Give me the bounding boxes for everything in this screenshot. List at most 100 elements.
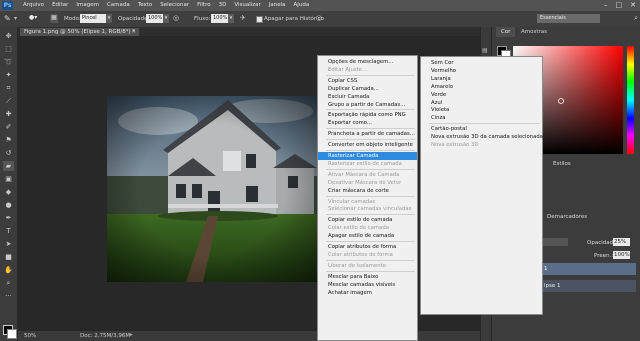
menu-6[interactable]: Filtro (193, 0, 214, 11)
menu-item[interactable]: Laranja (421, 75, 542, 83)
mode-dropdown-icon[interactable]: ▾ (106, 14, 112, 23)
maximize-button[interactable]: □ (616, 1, 623, 9)
menu-item[interactable]: Mesclar camadas visíveis (318, 281, 417, 289)
menu-item[interactable]: Excluir Camada (318, 93, 417, 101)
dodge-tool-icon[interactable]: ● (3, 200, 14, 210)
layer-color-submenu: Sem Cor Vermelho Laranja Amarelo Verde Azul Vi… (420, 56, 543, 315)
eraser-tool-icon[interactable]: ✎ (4, 14, 11, 23)
menu-separator (326, 109, 415, 111)
shape-tool-icon[interactable]: ■ (3, 252, 14, 262)
layer-row-ellipse[interactable]: ipse 1 (541, 280, 636, 292)
menu-item[interactable]: Cinza (421, 114, 542, 122)
healing-brush-tool-icon[interactable]: ✚ (3, 109, 14, 119)
airbrush-icon[interactable]: ✈ (240, 14, 246, 22)
status-arrow-icon[interactable]: ▸ (130, 332, 133, 338)
gradient-tool-icon[interactable]: ▣ (3, 174, 14, 184)
layer-opacity-input[interactable]: 25% (613, 238, 630, 246)
menu-item[interactable]: Cartão-postal (421, 125, 542, 133)
menu-7[interactable]: 3D (215, 0, 231, 11)
styles-label[interactable]: Estilos (548, 159, 576, 169)
menu-item[interactable]: Grupo a partir de Camadas... (318, 101, 417, 109)
fill-input[interactable]: 100% (613, 251, 630, 259)
document-tab[interactable]: Figura 1.png @ 50% (Elipse 1, RGB/8*) * … (20, 28, 139, 36)
zoom-level[interactable]: 50% (24, 333, 36, 339)
menu-item[interactable]: Copiar atributos de forma (318, 243, 417, 251)
tool-preset-dropdown-icon[interactable]: ▾ (14, 15, 17, 22)
menu-8[interactable]: Visualizar (230, 0, 264, 11)
eyedropper-tool-icon[interactable]: ⟋ (3, 96, 14, 106)
menu-item[interactable]: Copiar CSS (318, 77, 417, 85)
lasso-tool-icon[interactable]: ➰ (3, 57, 14, 67)
menu-item[interactable]: Copiar estilo de camada (318, 216, 417, 224)
menu-9[interactable]: Janela (265, 0, 290, 11)
quick-select-tool-icon[interactable]: ✦ (3, 70, 14, 80)
move-tool-icon[interactable]: ✥ (3, 31, 14, 41)
menu-item[interactable]: Verde (421, 91, 542, 99)
menu-item[interactable]: Prancheta a partir de camadas... (318, 130, 417, 138)
history-panel-icon[interactable]: ▤ (482, 47, 488, 54)
background-color[interactable] (7, 329, 17, 339)
menu-item[interactable]: Exportar como... (318, 119, 417, 127)
menu-item[interactable]: Apagar estilo de camada (318, 232, 417, 240)
zoom-tool-icon[interactable]: ⌕ (3, 278, 14, 288)
layer-context-menu: Opções de mesclagem... Editar Ajuste... Co… (317, 55, 418, 341)
opacity-dropdown-icon[interactable]: ▾ (163, 14, 169, 23)
pen-tool-icon[interactable]: ✒ (3, 213, 14, 223)
path-selection-tool-icon[interactable]: ➤ (3, 239, 14, 249)
menu-item[interactable]: Violeta (421, 106, 542, 114)
hue-slider[interactable] (627, 46, 634, 154)
menu-item[interactable]: Converter em objeto inteligente (318, 141, 417, 149)
menu-10[interactable]: Ajuda (290, 0, 314, 11)
layer-row-1[interactable]: 1 (541, 263, 636, 275)
menu-0[interactable]: Arquivo (19, 0, 48, 11)
minimize-button[interactable]: – (604, 1, 608, 9)
blur-tool-icon[interactable]: ◆ (3, 187, 14, 197)
blend-mode-select[interactable] (542, 238, 568, 246)
brush-size-picker[interactable]: ●▾ (29, 14, 45, 23)
menu-item[interactable]: Amarelo (421, 83, 542, 91)
menu-separator (429, 123, 540, 125)
brush-panel-icon[interactable]: ▦ (50, 14, 58, 23)
menu-item[interactable]: Azul (421, 99, 542, 107)
crop-tool-icon[interactable]: ⌗ (3, 83, 14, 93)
tab-layers-group[interactable]: Demarcadores (542, 212, 592, 222)
opacity-input[interactable]: 100% (146, 14, 164, 23)
menu-4[interactable]: Texto (134, 0, 157, 11)
menu-separator (326, 241, 415, 242)
mode-select[interactable]: Pincel (80, 14, 106, 23)
menu-2[interactable]: Imagem (72, 0, 103, 11)
close-tab-icon[interactable]: ✕ (131, 28, 136, 36)
menu-separator (326, 259, 415, 261)
workspace-select[interactable]: Essenciais (537, 14, 600, 23)
more-tools-icon[interactable]: ··· (3, 291, 14, 301)
hand-tool-icon[interactable]: ✋ (3, 265, 14, 275)
menu-item[interactable]: Rasterizar Camada (318, 152, 417, 160)
clone-stamp-tool-icon[interactable]: ⚑ (3, 135, 14, 145)
history-brush-tool-icon[interactable]: ↺ (3, 148, 14, 158)
close-button[interactable]: ✕ (630, 1, 636, 9)
menu-item[interactable]: Vermelho (421, 67, 542, 75)
menu-item[interactable]: Achatar imagem (318, 289, 417, 297)
erase-history-checkbox[interactable] (256, 16, 263, 23)
menu-item[interactable]: Sem Cor (421, 59, 542, 67)
menu-3[interactable]: Camada (103, 0, 134, 11)
menu-item[interactable]: Criar máscara de corte (318, 187, 417, 195)
search-icon[interactable]: ⌕ (634, 14, 638, 23)
menu-item[interactable]: Exportação rápida como PNG (318, 111, 417, 119)
menu-item[interactable]: Mesclar para Baixo (318, 273, 417, 281)
tab-swatches[interactable]: Amostras (516, 27, 552, 37)
flow-input[interactable]: 100% (211, 14, 229, 23)
eraser-tool-icon[interactable]: ▰ (3, 161, 14, 171)
menu-1[interactable]: Editar (48, 0, 72, 11)
pressure-opacity-icon[interactable]: ◎ (173, 14, 179, 22)
menu-item[interactable]: Duplicar Camada... (318, 85, 417, 93)
marquee-tool-icon[interactable]: ⬚ (3, 44, 14, 54)
menu-item[interactable]: Opções de mesclagem... (318, 58, 417, 66)
menu-item[interactable]: Nova extrusão 3D da camada selecionada (421, 133, 543, 141)
pressure-size-icon[interactable]: ◎ (316, 14, 322, 22)
menu-5[interactable]: Selecionar (156, 0, 193, 11)
flow-dropdown-icon[interactable]: ▾ (228, 14, 234, 23)
tab-color[interactable]: Cor (496, 27, 516, 37)
brush-tool-icon[interactable]: ✐ (3, 122, 14, 132)
type-tool-icon[interactable]: T (3, 226, 14, 236)
